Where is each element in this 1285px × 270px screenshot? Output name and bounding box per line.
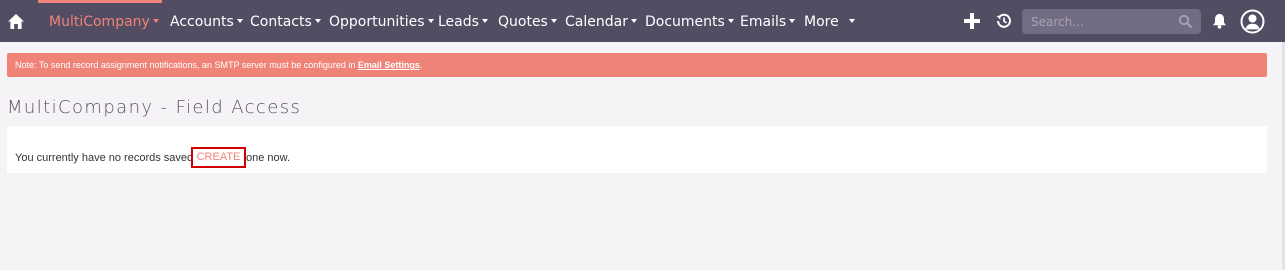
nav-item-accounts[interactable]: Accounts [170,13,243,31]
chevron-down-icon [550,19,557,23]
nav-item-emails[interactable]: Emails [740,13,796,31]
empty-message-suffix: one now. [246,152,291,164]
email-settings-link[interactable]: Email Settings [358,60,420,70]
chevron-down-icon [630,19,637,23]
home-button[interactable] [0,0,32,42]
empty-message: You currently have no records saved. [15,152,197,164]
chevron-down-icon [236,19,243,23]
active-tab-indicator [38,0,162,3]
notifications-button[interactable] [1208,10,1230,32]
chevron-down-icon [427,19,434,23]
nav-item-leads[interactable]: Leads [438,13,488,31]
smtp-warning-alert: Note: To send record assignment notifica… [7,53,1267,77]
recently-viewed-button[interactable] [993,10,1015,32]
nav-item-multicompany[interactable]: MultiCompany [49,13,159,31]
nav-item-quotes[interactable]: Quotes [498,13,557,31]
page-title: MultiCompany - Field Access [7,97,302,118]
top-navbar: MultiCompany Accounts Contacts Opportuni… [0,0,1285,42]
nav-item-contacts[interactable]: Contacts [250,13,321,31]
search-box [1022,9,1201,34]
plus-icon [964,13,980,29]
alert-text: Note: To send record assignment notifica… [15,60,358,70]
chevron-down-icon [481,19,488,23]
chevron-down-icon [152,19,159,23]
quick-create-button[interactable] [961,10,983,32]
search-input[interactable] [1022,9,1172,34]
home-icon [8,13,24,29]
bell-icon [1212,14,1226,29]
list-view-panel: You currently have no records saved. CRE… [7,126,1267,173]
chevron-down-icon [848,19,855,23]
history-icon [996,13,1011,28]
user-menu-button[interactable] [1240,9,1265,34]
create-link[interactable]: CREATE [191,147,246,168]
chevron-down-icon [789,19,796,23]
nav-item-more[interactable]: More [804,13,855,31]
alert-suffix: . [419,60,423,70]
nav-item-calendar[interactable]: Calendar [565,13,637,31]
user-icon [1240,9,1265,34]
chevron-down-icon [727,19,734,23]
chevron-down-icon [314,19,321,23]
search-icon[interactable] [1178,14,1193,29]
nav-item-opportunities[interactable]: Opportunities [329,13,434,31]
nav-item-documents[interactable]: Documents [645,13,734,31]
